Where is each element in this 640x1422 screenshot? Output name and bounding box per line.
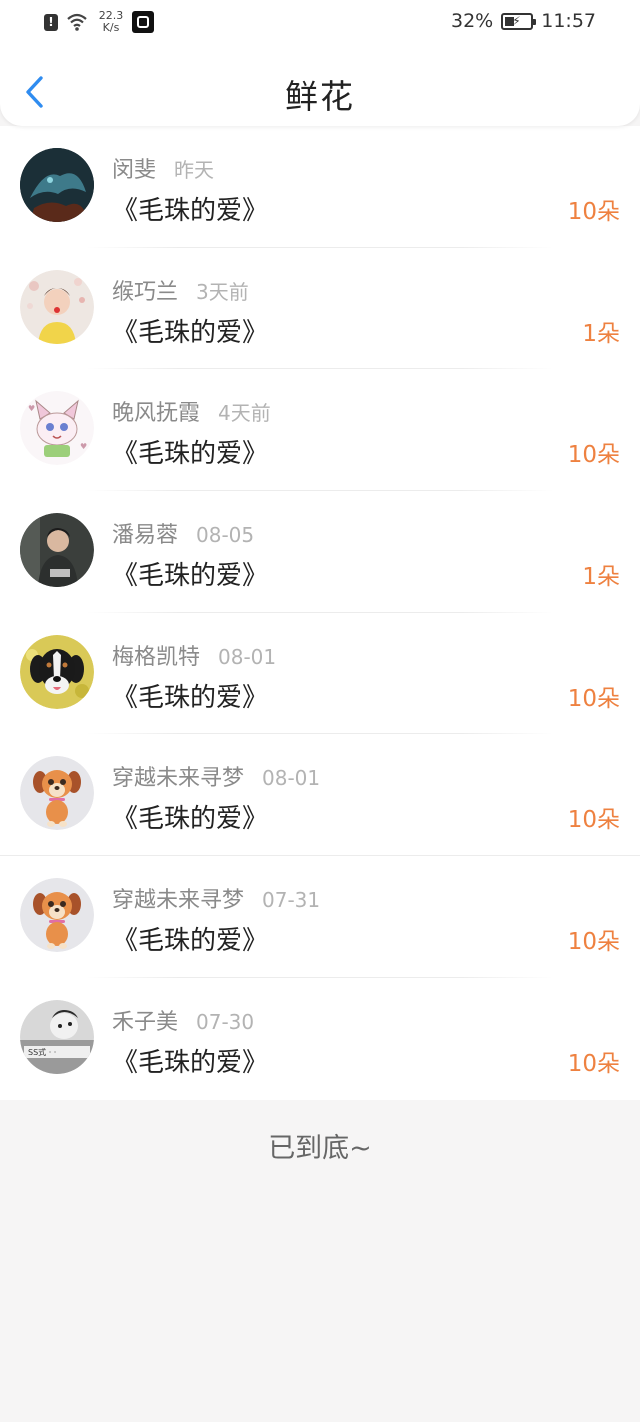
status-bar: ! 22.3 K/s 32% ⚡ 11:57: [0, 0, 640, 44]
avatar[interactable]: SS式 · ·: [20, 999, 94, 1074]
avatar[interactable]: [20, 269, 94, 344]
item-meta: 梅格凯特 08-01: [112, 639, 276, 671]
net-speed: 22.3 K/s: [94, 10, 128, 34]
item-meta: 潘易蓉 08-05: [112, 517, 254, 549]
flower-count: 10朵: [567, 929, 620, 956]
item-meta: 穿越未来寻梦 07-31: [112, 882, 320, 914]
gift-title: 《毛珠的爱》: [112, 439, 269, 470]
avatar[interactable]: [20, 756, 94, 831]
avatar[interactable]: ♥ ♥: [20, 391, 94, 466]
item-meta: 晚风抚霞 4天前: [112, 395, 271, 427]
flower-count: 1朵: [582, 564, 620, 591]
send-time: 08-01: [262, 766, 321, 791]
sender-name[interactable]: 禾子美: [112, 1004, 178, 1036]
avatar[interactable]: [20, 878, 94, 953]
list-item[interactable]: 穿越未来寻梦 07-31 《毛珠的爱》 10朵: [0, 856, 640, 978]
list-item[interactable]: 梅格凯特 08-01 《毛珠的爱》 10朵: [0, 613, 640, 735]
sender-name[interactable]: 闵斐: [112, 152, 156, 184]
item-meta: 穿越未来寻梦 08-01: [112, 760, 320, 792]
svg-text:SS式 · ·: SS式 · ·: [28, 1047, 56, 1057]
net-speed-unit: K/s: [102, 21, 120, 34]
wifi-icon: [67, 13, 87, 31]
sender-name[interactable]: 穿越未来寻梦: [112, 882, 244, 914]
gift-title: 《毛珠的爱》: [112, 317, 269, 348]
send-time: 08-05: [196, 523, 255, 548]
battery-percent: 32%: [451, 10, 494, 32]
item-meta: 禾子美 07-30: [112, 1004, 254, 1036]
flower-record-list: 闵斐 昨天 《毛珠的爱》 10朵 缑巧兰 3天前 《毛珠的爱》 1朵 ♥ ♥ 晚…: [0, 126, 640, 1100]
status-left: ! 22.3 K/s: [44, 10, 154, 34]
gift-title: 《毛珠的爱》: [112, 682, 269, 713]
item-meta: 闵斐 昨天: [112, 152, 214, 184]
flower-count: 10朵: [567, 1050, 620, 1077]
flower-count: 10朵: [567, 442, 620, 469]
clock: 11:57: [541, 10, 596, 32]
avatar[interactable]: [20, 634, 94, 709]
alert-icon: !: [44, 13, 58, 31]
send-time: 07-30: [196, 1009, 255, 1034]
gift-title: 《毛珠的爱》: [112, 804, 269, 835]
svg-text:♥: ♥: [80, 442, 87, 451]
item-meta: 缑巧兰 3天前: [112, 274, 249, 306]
svg-text:♥: ♥: [28, 404, 35, 413]
sender-name[interactable]: 缑巧兰: [112, 274, 178, 306]
gift-title: 《毛珠的爱》: [112, 196, 269, 226]
status-right: 32% ⚡ 11:57: [451, 10, 596, 32]
list-item[interactable]: 缑巧兰 3天前 《毛珠的爱》 1朵: [0, 248, 640, 370]
send-time: 07-31: [262, 888, 321, 913]
flower-count: 1朵: [582, 320, 620, 347]
avatar[interactable]: [20, 513, 94, 588]
page-title: 鲜花: [285, 77, 355, 116]
send-time: 昨天: [174, 158, 215, 182]
app-notification-icon: [132, 11, 154, 33]
list-item[interactable]: SS式 · · 禾子美 07-30 《毛珠的爱》 10朵: [0, 978, 640, 1100]
list-item[interactable]: ♥ ♥ 晚风抚霞 4天前 《毛珠的爱》 10朵: [0, 369, 640, 492]
list-item[interactable]: 穿越未来寻梦 08-01 《毛珠的爱》 10朵: [0, 734, 640, 857]
send-time: 08-01: [218, 644, 277, 669]
top-header: ! 22.3 K/s 32% ⚡ 11:57 鲜花: [0, 0, 640, 126]
send-time: 4天前: [218, 401, 271, 426]
list-item[interactable]: 闵斐 昨天 《毛珠的爱》 10朵: [0, 126, 640, 248]
gift-title: 《毛珠的爱》: [112, 926, 269, 957]
sender-name[interactable]: 潘易蓉: [112, 517, 178, 549]
send-time: 3天前: [196, 279, 249, 304]
sender-name[interactable]: 梅格凯特: [112, 639, 200, 671]
flower-count: 10朵: [567, 685, 620, 712]
end-of-list-text: 已到底~: [268, 1133, 372, 1164]
list-item[interactable]: 潘易蓉 08-05 《毛珠的爱》 1朵: [0, 491, 640, 613]
gift-title: 《毛珠的爱》: [112, 561, 269, 592]
flower-count: 10朵: [567, 199, 620, 225]
battery-charging-icon: ⚡: [501, 12, 537, 30]
sender-name[interactable]: 穿越未来寻梦: [112, 760, 244, 792]
gift-title: 《毛珠的爱》: [112, 1047, 269, 1078]
sender-name[interactable]: 晚风抚霞: [112, 395, 200, 427]
flower-count: 10朵: [567, 807, 620, 834]
avatar[interactable]: [20, 148, 94, 222]
